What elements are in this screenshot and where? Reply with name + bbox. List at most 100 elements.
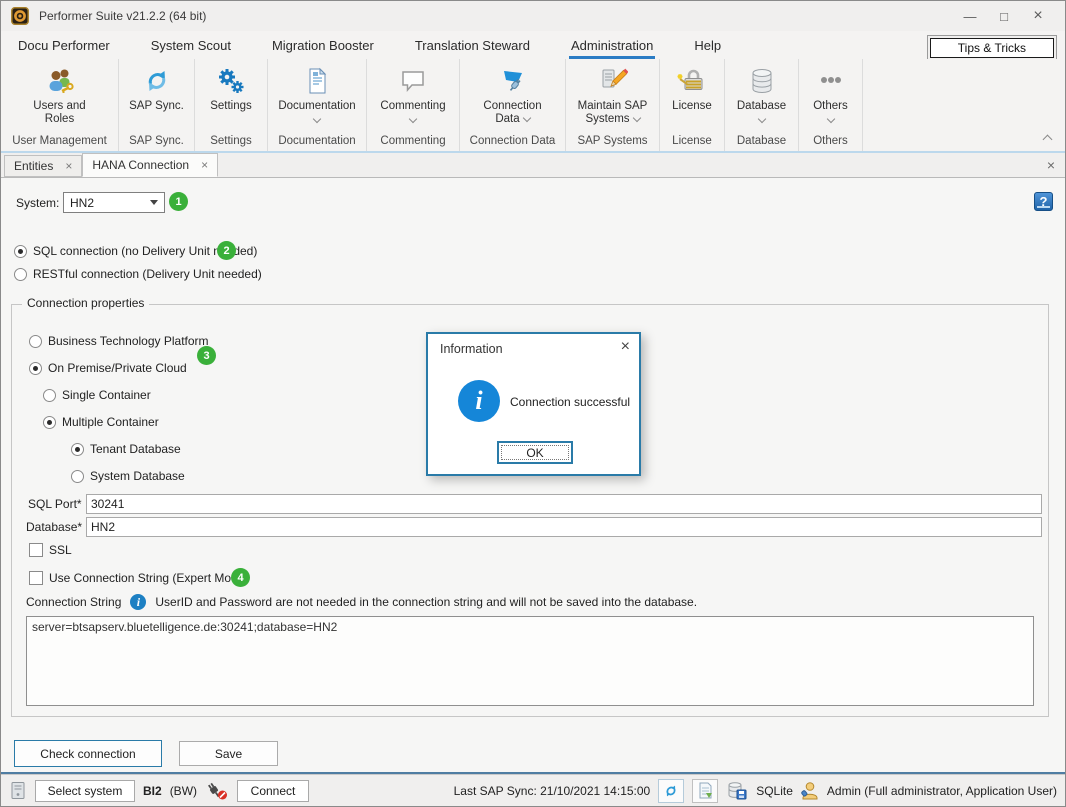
menu-item-administration[interactable]: Administration xyxy=(569,38,655,59)
tab-entities[interactable]: Entities × xyxy=(4,155,82,177)
users-roles-icon xyxy=(45,66,75,96)
tab-label: HANA Connection xyxy=(92,158,189,172)
ribbon: Users and Roles User Management SAP Sync… xyxy=(1,59,1065,153)
maintain-sap-systems-button[interactable]: Maintain SAP Systems xyxy=(566,59,659,134)
connection-string-hint: UserID and Password are not needed in th… xyxy=(155,595,697,609)
refresh-button[interactable] xyxy=(658,779,684,803)
menu-item-system-scout[interactable]: System Scout xyxy=(149,38,233,59)
connection-data-button[interactable]: Connection Data xyxy=(460,59,565,134)
tab-close-icon[interactable]: × xyxy=(201,158,208,172)
tabbar: Entities × HANA Connection × × xyxy=(1,153,1065,177)
tips-and-tricks-button[interactable]: Tips & Tricks xyxy=(930,38,1054,58)
radio-single-container[interactable]: Single Container xyxy=(43,388,151,402)
chevron-down-icon xyxy=(409,115,417,123)
ribbon-collapse-icon[interactable] xyxy=(1043,135,1053,145)
chevron-down-icon xyxy=(522,114,530,122)
radio-on-premise-private-cloud[interactable]: On Premise/Private Cloud xyxy=(29,361,187,375)
ribbon-group-label: Connection Data xyxy=(460,134,565,151)
radio-business-technology-platform[interactable]: Business Technology Platform xyxy=(29,334,209,348)
others-button[interactable]: Others xyxy=(799,59,862,134)
radio-circle xyxy=(71,470,84,483)
radio-circle xyxy=(29,335,42,348)
database-icon xyxy=(747,66,777,96)
checkbox-label: Use Connection String (Expert Mode) xyxy=(49,571,248,585)
sql-port-label: SQL Port* xyxy=(28,497,82,511)
check-connection-button[interactable]: Check connection xyxy=(14,740,162,767)
ssl-checkbox-row[interactable]: SSL xyxy=(29,543,72,557)
report-icon xyxy=(698,782,713,799)
documentation-button[interactable]: Documentation xyxy=(268,59,366,134)
ssl-checkbox[interactable] xyxy=(29,543,43,557)
ribbon-group-sap-systems: Maintain SAP Systems SAP Systems xyxy=(566,59,660,151)
last-sync-text: Last SAP Sync: 21/10/2021 14:15:00 xyxy=(454,784,651,798)
ribbon-button-label: Connection Data xyxy=(477,100,549,126)
info-icon[interactable]: i xyxy=(130,594,146,610)
ellipsis-icon xyxy=(816,66,846,96)
connection-plug-icon xyxy=(498,66,528,96)
menu-item-help[interactable]: Help xyxy=(692,38,723,59)
groupbox-legend: Connection properties xyxy=(22,296,149,310)
tabstrip-close-icon[interactable]: × xyxy=(1047,157,1055,173)
radio-multiple-container[interactable]: Multiple Container xyxy=(43,415,159,429)
radio-label: Multiple Container xyxy=(62,415,159,429)
dialog-close-icon[interactable]: × xyxy=(621,338,630,356)
radio-label: Tenant Database xyxy=(90,442,181,456)
menubar: Docu Performer System Scout Migration Bo… xyxy=(1,31,1065,59)
radio-label: Single Container xyxy=(62,388,151,402)
server-pencil-icon xyxy=(598,66,628,96)
minimize-button[interactable]: — xyxy=(953,3,987,29)
tab-close-icon[interactable]: × xyxy=(65,159,72,173)
refresh-icon xyxy=(663,783,679,799)
connection-string-textarea[interactable]: server=btsapserv.bluetelligence.de:30241… xyxy=(26,616,1034,706)
close-button[interactable]: × xyxy=(1021,3,1055,29)
computer-icon xyxy=(9,781,27,801)
ribbon-group-label: SAP Sync. xyxy=(119,134,194,151)
settings-button[interactable]: Settings xyxy=(195,59,267,134)
dropdown-arrow-icon xyxy=(150,200,158,205)
save-button[interactable]: Save xyxy=(179,741,278,766)
radio-circle xyxy=(14,245,27,258)
ribbon-group-label: Others xyxy=(799,134,862,151)
license-button[interactable]: License xyxy=(660,59,724,134)
database-button[interactable]: Database xyxy=(725,59,798,134)
ribbon-group-label: Database xyxy=(725,134,798,151)
ribbon-button-label: Maintain SAP Systems xyxy=(569,100,657,126)
connection-string-row: Connection String i UserID and Password … xyxy=(26,594,697,610)
select-system-button[interactable]: Select system xyxy=(35,780,135,802)
expert-mode-checkbox-row[interactable]: Use Connection String (Expert Mode) xyxy=(29,571,248,585)
menu-item-migration-booster[interactable]: Migration Booster xyxy=(270,38,376,59)
radio-label: System Database xyxy=(90,469,185,483)
database-input[interactable] xyxy=(86,517,1042,537)
ribbon-group-label: Commenting xyxy=(367,134,459,151)
radio-restful-connection[interactable]: RESTful connection (Delivery Unit needed… xyxy=(14,267,262,281)
expert-mode-checkbox[interactable] xyxy=(29,571,43,585)
checkbox-label: SSL xyxy=(49,543,72,557)
step-badge-1: 1 xyxy=(169,192,188,211)
connect-button[interactable]: Connect xyxy=(237,780,309,802)
ribbon-button-label: SAP Sync. xyxy=(129,100,184,113)
help-icon[interactable]: ? xyxy=(1034,192,1053,211)
tab-hana-connection[interactable]: HANA Connection × xyxy=(82,153,218,177)
ribbon-group-database: Database Database xyxy=(725,59,799,151)
ribbon-group-connection-data: Connection Data Connection Data xyxy=(460,59,566,151)
ribbon-button-label: Users and Roles xyxy=(20,100,100,126)
ribbon-group-label: License xyxy=(660,134,724,151)
system-dropdown[interactable]: HN2 xyxy=(63,192,165,213)
status-user-text: Admin (Full administrator, Application U… xyxy=(827,784,1057,798)
menu-item-translation-steward[interactable]: Translation Steward xyxy=(413,38,532,59)
report-button[interactable] xyxy=(692,779,718,803)
maximize-button[interactable]: □ xyxy=(987,3,1021,29)
dialog-title: Information xyxy=(440,342,503,356)
sql-port-input[interactable] xyxy=(86,494,1042,514)
commenting-button[interactable]: Commenting xyxy=(367,59,459,134)
sap-sync-button[interactable]: SAP Sync. xyxy=(119,59,194,134)
users-and-roles-button[interactable]: Users and Roles xyxy=(1,59,118,134)
system-dropdown-value: HN2 xyxy=(70,196,94,210)
dialog-ok-button[interactable]: OK xyxy=(497,441,573,464)
menu-item-docu-performer[interactable]: Docu Performer xyxy=(16,38,112,59)
radio-tenant-database[interactable]: Tenant Database xyxy=(71,442,181,456)
chevron-down-icon xyxy=(313,115,321,123)
radio-system-database[interactable]: System Database xyxy=(71,469,185,483)
radio-circle xyxy=(14,268,27,281)
dialog-message: Connection successful xyxy=(510,395,630,409)
